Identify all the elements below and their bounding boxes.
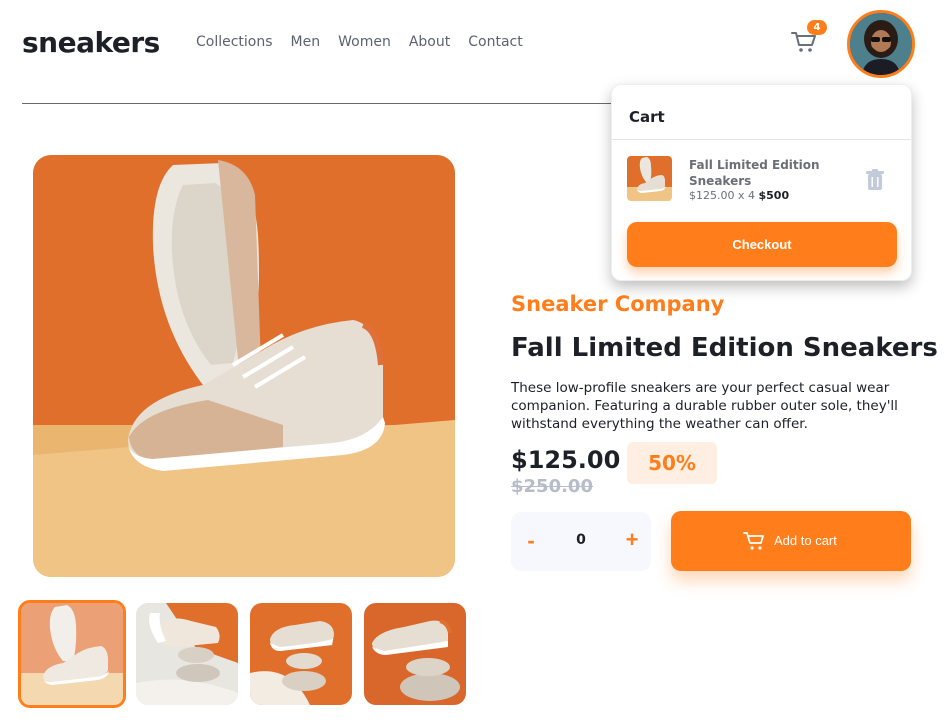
cart-item-thumbnail bbox=[627, 156, 672, 201]
current-price: $125.00 bbox=[511, 446, 621, 474]
cart-title: Cart bbox=[629, 108, 665, 126]
nav-contact[interactable]: Contact bbox=[468, 34, 522, 50]
thumbnail-3[interactable] bbox=[250, 603, 352, 705]
user-avatar[interactable] bbox=[847, 10, 915, 78]
header-divider bbox=[22, 103, 642, 104]
nav-about[interactable]: About bbox=[409, 34, 450, 50]
quantity-decrease-button[interactable]: - bbox=[519, 526, 543, 556]
cart-count-badge: 4 bbox=[807, 20, 827, 35]
cart-item-price: $125.00 x 4 $500 bbox=[689, 189, 789, 202]
brand-logo[interactable]: sneakers bbox=[22, 26, 160, 59]
trash-icon bbox=[866, 169, 884, 190]
user-avatar-icon bbox=[850, 13, 912, 75]
thumbnail-2[interactable] bbox=[136, 603, 238, 705]
cart-item-unit-price: $125.00 x 4 bbox=[689, 189, 755, 202]
cart-divider bbox=[612, 139, 911, 140]
cart-dropdown: Cart Fall Limited Edition Sneakers $125.… bbox=[611, 84, 912, 281]
discount-badge: 50% bbox=[627, 442, 717, 484]
checkout-button[interactable]: Checkout bbox=[627, 222, 897, 267]
cart-icon bbox=[743, 532, 764, 550]
delete-item-button[interactable] bbox=[865, 169, 885, 191]
cart-item-total: $500 bbox=[758, 189, 790, 202]
product-main-image[interactable] bbox=[33, 155, 455, 577]
add-to-cart-label: Add to cart bbox=[774, 533, 837, 548]
nav-women[interactable]: Women bbox=[338, 34, 391, 50]
nav-men[interactable]: Men bbox=[291, 34, 321, 50]
company-name: Sneaker Company bbox=[511, 292, 725, 316]
cart-item-name: Fall Limited Edition Sneakers bbox=[689, 158, 820, 188]
thumbnail-1[interactable] bbox=[18, 600, 126, 708]
quantity-stepper: - 0 + bbox=[511, 512, 651, 571]
product-description: These low-profile sneakers are your perf… bbox=[511, 380, 898, 432]
thumbnail-4[interactable] bbox=[364, 603, 466, 705]
original-price: $250.00 bbox=[511, 476, 593, 497]
product-title: Fall Limited Edition Sneakers bbox=[511, 333, 938, 363]
nav-collections[interactable]: Collections bbox=[196, 34, 273, 50]
add-to-cart-button[interactable]: Add to cart bbox=[671, 511, 911, 571]
quantity-value: 0 bbox=[576, 532, 586, 548]
quantity-increase-button[interactable]: + bbox=[619, 525, 645, 555]
main-nav: Collections Men Women About Contact bbox=[196, 34, 523, 50]
